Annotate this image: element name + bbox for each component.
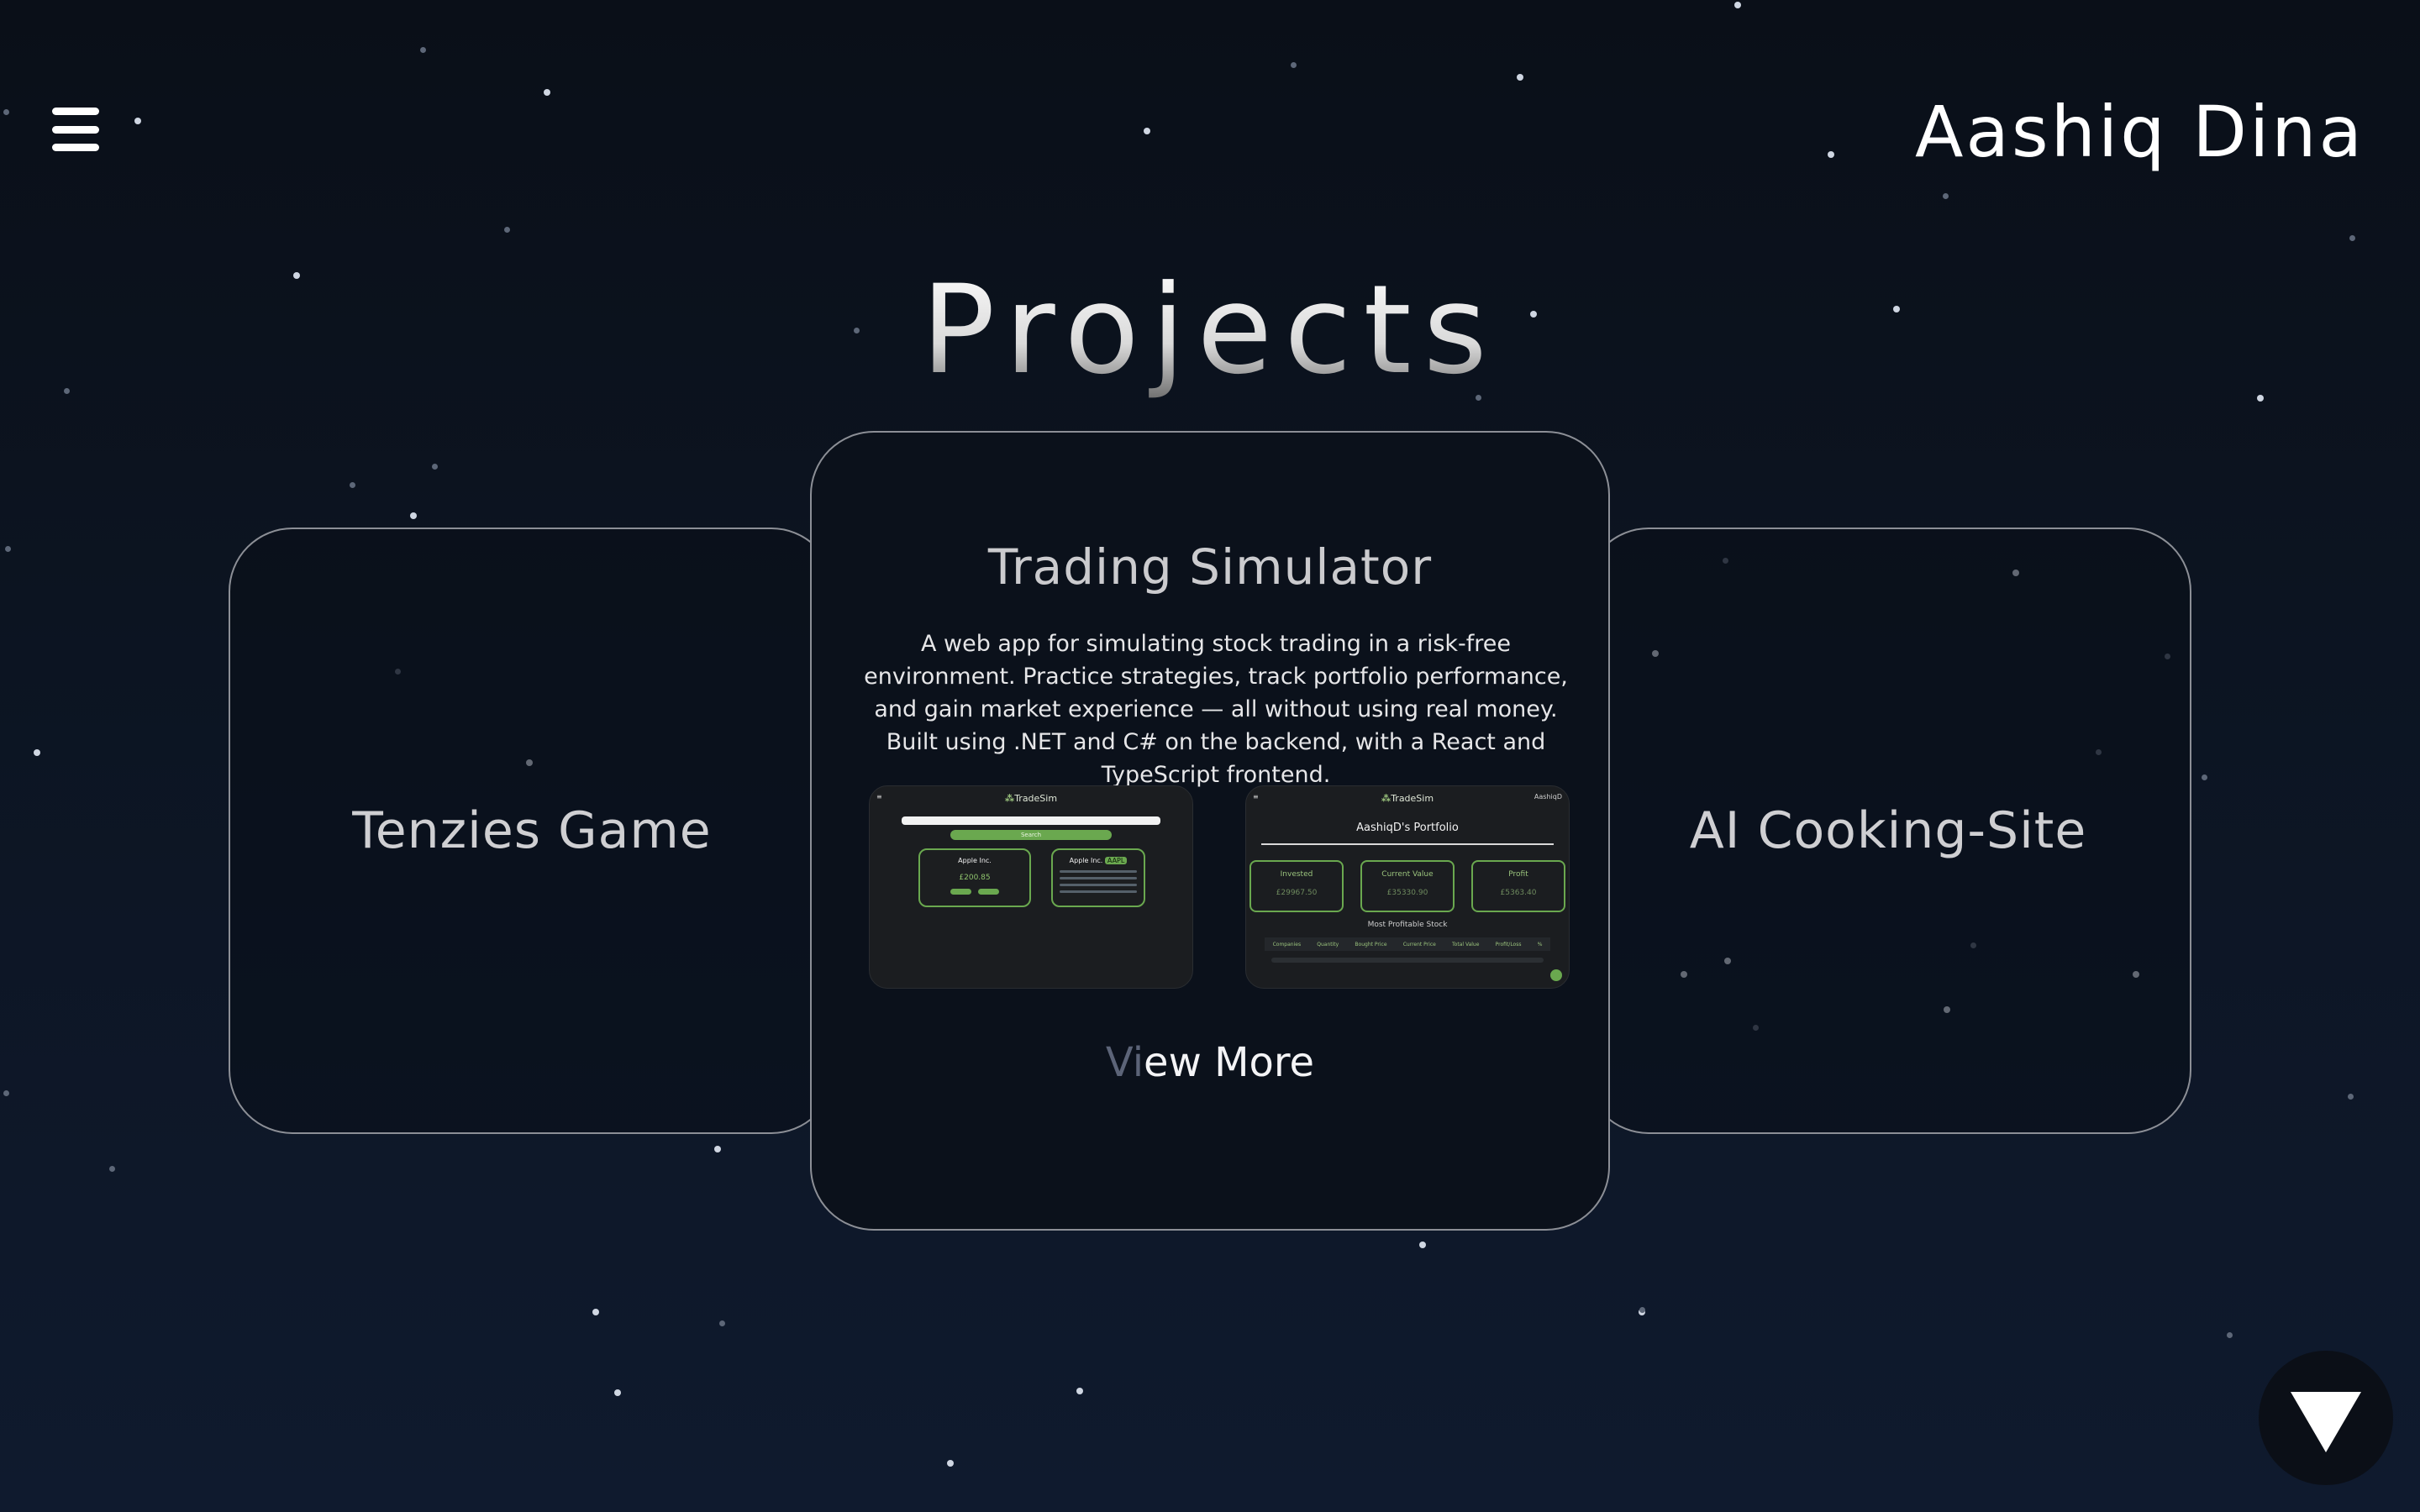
- menu-bar: [52, 144, 99, 151]
- mini-section-title: Most Profitable Stock: [1367, 921, 1448, 929]
- mini-stock-price: £200.85: [959, 874, 991, 882]
- mini-chevron-icon: [1550, 969, 1562, 981]
- mini-stock-card: Apple Inc. £200.85: [918, 848, 1031, 907]
- menu-bar: [52, 125, 99, 134]
- mini-table-row: [1271, 958, 1544, 963]
- mini-stock-detail-card: Apple Inc. AAPL: [1051, 848, 1145, 907]
- mini-detail-name: Apple Inc. AAPL: [1053, 857, 1144, 864]
- project-card-ai-cooking[interactable]: AI Cooking-Site: [1585, 528, 2191, 1134]
- down-triangle-icon: [2291, 1392, 2361, 1452]
- project-card-title: Tenzies Game: [352, 801, 712, 860]
- view-more-link[interactable]: View More: [812, 1039, 1608, 1086]
- mini-app-name: ⁂TradeSim: [1381, 793, 1434, 804]
- mini-action-pills: [950, 889, 999, 895]
- hamburger-menu-icon[interactable]: [52, 108, 99, 151]
- project-card-title: Trading Simulator: [987, 538, 1433, 596]
- project-card-tenzies[interactable]: Tenzies Game: [229, 528, 835, 1134]
- menu-bar: [52, 108, 99, 115]
- project-card-title: AI Cooking-Site: [1689, 801, 2087, 860]
- site-brand[interactable]: Aashiq Dina: [1915, 91, 2365, 173]
- project-card-trading-simulator[interactable]: Trading Simulator A web app for simulati…: [810, 431, 1610, 1231]
- mini-stock-name: Apple Inc.: [958, 857, 992, 864]
- mini-stat-current-value: Current Value £35330.90: [1360, 860, 1455, 912]
- mini-portfolio-title: AashiqD's Portfolio: [1356, 822, 1459, 834]
- mini-detail-lines: [1060, 870, 1137, 897]
- scroll-down-button[interactable]: [2259, 1351, 2393, 1485]
- mini-search-button: Search: [950, 830, 1112, 840]
- project-description: A web app for simulating stock trading i…: [864, 631, 1568, 788]
- mini-stat-profit: Profit £5363.40: [1471, 860, 1565, 912]
- page-title: Projects: [0, 259, 2420, 402]
- mini-divider: [1261, 843, 1554, 845]
- project-screenshot-portfolio: ≡ AashiqD ⁂TradeSim AashiqD's Portfolio …: [1245, 785, 1570, 989]
- mini-search-bar: [902, 816, 1160, 825]
- mini-stat-invested: Invested £29967.50: [1249, 860, 1344, 912]
- project-screenshot-search: ≡ ⁂TradeSim Search Apple Inc. £200.85 Ap…: [869, 785, 1193, 989]
- mini-app-name: ⁂TradeSim: [1004, 793, 1058, 804]
- mini-table-header: Companies Quantity Bought Price Current …: [1265, 937, 1550, 951]
